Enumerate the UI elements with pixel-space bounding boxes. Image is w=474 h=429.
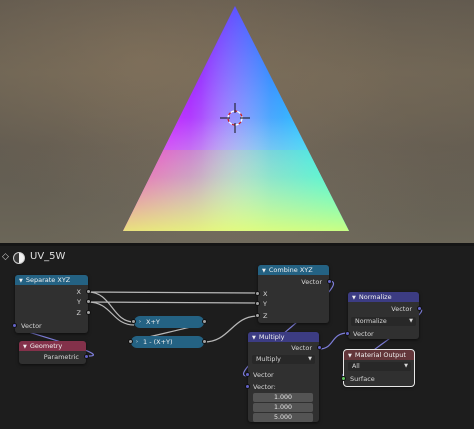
material-output-node[interactable]: ▼ Material Output All ▼ Surface [341,349,415,387]
chevron-down-icon[interactable]: ▼ [23,344,27,350]
input-vector-socket[interactable] [245,372,250,377]
output-z-socket[interactable] [86,310,91,315]
input-y-socket[interactable] [255,301,260,306]
combine-xyz-header: ▼ Combine XYZ [258,265,329,275]
input-vector2-label: Vector: [253,383,276,391]
material-output-header: ▼ Material Output [344,350,414,360]
chevron-down-icon[interactable]: ▼ [19,278,23,284]
shader-node-editor[interactable]: ◇ UV_5W ▼ Separate XYZ X Y Z Vector ▼ Ge… [0,246,474,429]
output-vector-label: Vector [291,344,312,352]
output-x-label: X [76,288,81,296]
input-vector-socket[interactable] [12,323,17,328]
output-vector-label: Vector [391,305,412,313]
normalize-node[interactable]: ▼ Normalize Vector Normalize ▼ Vector [345,292,422,339]
chevron-right-icon[interactable]: › [136,336,138,348]
link-x-add [87,291,135,323]
combine-xyz-node[interactable]: ▼ Combine XYZ Vector X Y Z [255,265,332,323]
normalize-title: Normalize [358,293,392,301]
material-output-title: Material Output [354,351,406,359]
output-vector-socket[interactable] [327,279,332,284]
input-surface-socket[interactable] [341,376,346,381]
output-vector-label: Vector [301,278,322,286]
add-input-socket[interactable] [131,319,136,324]
operation-value: Normalize [355,318,387,325]
chevron-down-icon[interactable]: ▼ [262,268,266,274]
input-surface-label: Surface [350,375,375,383]
link-multiply-normalize [318,332,349,350]
add-output-socket[interactable] [202,319,207,324]
output-parametric-socket[interactable] [84,354,89,359]
chevron-down-icon: ▼ [409,318,413,324]
subtract-title: 1 - (X+Y) [143,338,173,346]
vector-y-field[interactable]: 1.000 [253,403,313,412]
subtract-output-socket[interactable] [202,339,207,344]
target-value: All [352,363,360,370]
output-parametric-label: Parametric [43,353,79,361]
chevron-down-icon: ▼ [404,363,408,369]
input-vector2-socket[interactable] [245,384,250,389]
add-title: X+Y [146,318,160,326]
chevron-down-icon: ▼ [308,356,312,362]
output-y-label: Y [77,298,81,306]
normalize-header: ▼ Normalize [348,292,419,302]
input-vector-socket[interactable] [345,331,350,336]
vector-x-field[interactable]: 1.000 [253,393,313,402]
viewport-canvas [120,0,352,235]
separate-xyz-title: Separate XYZ [25,276,71,284]
input-vector-label: Vector [353,330,374,338]
operation-dropdown[interactable]: Normalize ▼ [351,317,416,326]
input-z-socket[interactable] [255,313,260,318]
geometry-header: ▼ Geometry [19,341,86,351]
input-y-label: Y [263,300,267,308]
input-x-socket[interactable] [255,291,260,296]
input-vector-label: Vector [21,322,42,330]
output-x-socket[interactable] [86,289,91,294]
separate-xyz-header: ▼ Separate XYZ [15,275,88,285]
output-z-label: Z [76,309,81,317]
chevron-down-icon[interactable]: ▼ [348,353,352,359]
chevron-down-icon[interactable]: ▼ [252,335,256,341]
output-y-socket[interactable] [86,299,91,304]
combine-xyz-title: Combine XYZ [268,266,313,274]
multiply-header: ▼ Multiply [248,332,319,342]
output-vector-socket[interactable] [317,345,322,350]
multiply-node[interactable]: ▼ Multiply Vector Multiply ▼ Vector Vecto… [245,332,322,422]
uv-triangle-mesh[interactable] [120,0,352,235]
link-y-combine [87,301,259,304]
geometry-node[interactable]: ▼ Geometry Parametric [19,341,89,364]
add-node[interactable]: › X+Y [131,316,207,328]
3d-viewport[interactable] [0,0,474,243]
chevron-right-icon[interactable]: › [139,316,141,328]
operation-value: Multiply [256,356,281,363]
input-vector-label: Vector [253,371,274,379]
target-dropdown[interactable]: All ▼ [348,362,411,371]
subtract-node[interactable]: › 1 - (X+Y) [128,336,207,348]
vector-z-field[interactable]: 5.000 [253,413,313,422]
input-x-label: X [263,290,268,298]
separate-xyz-node[interactable]: ▼ Separate XYZ X Y Z Vector [12,275,91,333]
subtract-input-socket[interactable] [128,339,133,344]
chevron-down-icon[interactable]: ▼ [352,295,356,301]
input-z-label: Z [263,312,268,320]
operation-dropdown[interactable]: Multiply ▼ [252,355,315,364]
multiply-title: Multiply [258,333,285,341]
output-vector-socket[interactable] [417,306,422,311]
geometry-title: Geometry [29,342,63,350]
link-x-combine [87,291,259,294]
